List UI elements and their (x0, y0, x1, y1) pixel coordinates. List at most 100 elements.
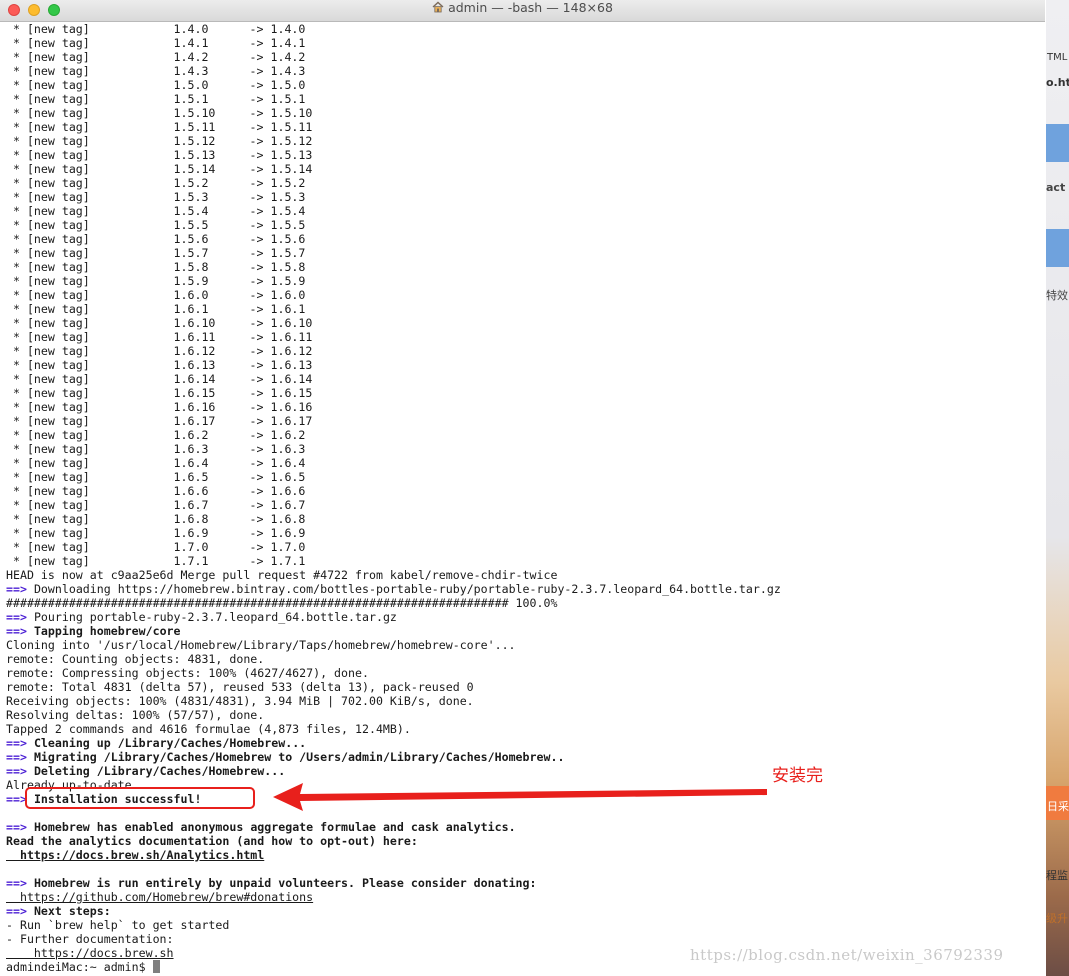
tag-line: * [new tag] 1.5.6 -> 1.5.6 (6, 232, 1036, 246)
tag-prefix: * [new tag] (6, 246, 90, 260)
prompt-arrow: ==> (6, 750, 27, 764)
output-text: Downloading https://homebrew.bintray.com… (33, 582, 781, 596)
tag-to: 1.6.15 (270, 386, 313, 400)
tag-to: 1.5.0 (270, 78, 306, 92)
tag-prefix: * [new tag] (6, 148, 90, 162)
output-line: ==> Tapping homebrew/core (6, 624, 1036, 638)
tag-prefix: * [new tag] (6, 470, 90, 484)
terminal-cursor[interactable] (152, 960, 160, 973)
tag-from: 1.6.5 (173, 470, 209, 484)
tag-from: 1.6.9 (173, 526, 209, 540)
tag-to: 1.6.9 (270, 526, 306, 540)
tag-from: 1.6.2 (173, 428, 209, 442)
tag-to: 1.5.1 (270, 92, 306, 106)
tag-arrow: -> (249, 386, 264, 400)
window-titlebar[interactable]: admin — -bash — 148×68 (0, 0, 1045, 22)
tag-arrow: -> (249, 288, 264, 302)
output-line: Resolving deltas: 100% (57/57), done. (6, 708, 1036, 722)
output-text: HEAD is now at c9aa25e6d Merge pull requ… (6, 568, 558, 582)
tag-prefix: * [new tag] (6, 526, 90, 540)
tag-arrow: -> (249, 218, 264, 232)
output-line: - Run `brew help` to get started (6, 918, 1036, 932)
output-text: admindeiMac:~ admin$ (6, 960, 153, 974)
tag-prefix: * [new tag] (6, 372, 90, 386)
tag-prefix: * [new tag] (6, 204, 90, 218)
output-link[interactable]: https://docs.brew.sh/Analytics.html (6, 848, 264, 862)
tag-to: 1.4.0 (270, 22, 306, 36)
tag-from: 1.6.16 (173, 400, 216, 414)
tag-to: 1.4.3 (270, 64, 306, 78)
tag-line: * [new tag] 1.4.1 -> 1.4.1 (6, 36, 1036, 50)
output-line: ########################################… (6, 596, 1036, 610)
tag-from: 1.4.1 (173, 36, 209, 50)
output-line: remote: Compressing objects: 100% (4627/… (6, 666, 1036, 680)
tag-line: * [new tag] 1.5.14 -> 1.5.14 (6, 162, 1036, 176)
tag-line: * [new tag] 1.5.11 -> 1.5.11 (6, 120, 1036, 134)
tag-prefix: * [new tag] (6, 50, 90, 64)
tag-arrow: -> (249, 176, 264, 190)
output-line[interactable]: https://docs.brew.sh/Analytics.html (6, 848, 1036, 862)
tag-to: 1.6.17 (270, 414, 313, 428)
output-text: Tapping homebrew/core (33, 624, 181, 638)
tag-prefix: * [new tag] (6, 92, 90, 106)
tag-arrow: -> (249, 274, 264, 288)
tag-line: * [new tag] 1.6.5 -> 1.6.5 (6, 470, 1036, 484)
tag-arrow: -> (249, 134, 264, 148)
output-line: ==> Homebrew is run entirely by unpaid v… (6, 876, 1036, 890)
tag-from: 1.5.9 (173, 274, 209, 288)
window-title-area: admin — -bash — 148×68 (0, 0, 1045, 21)
tag-arrow: -> (249, 316, 264, 330)
tag-prefix: * [new tag] (6, 134, 90, 148)
side-text: 程监 (1046, 869, 1068, 882)
tag-arrow: -> (249, 330, 264, 344)
tag-from: 1.6.1 (173, 302, 209, 316)
tag-from: 1.6.11 (173, 330, 216, 344)
tag-prefix: * [new tag] (6, 498, 90, 512)
tag-to: 1.5.7 (270, 246, 306, 260)
tag-to: 1.4.2 (270, 50, 306, 64)
tag-from: 1.4.2 (173, 50, 209, 64)
tag-to: 1.6.16 (270, 400, 313, 414)
output-text: remote: Total 4831 (delta 57), reused 53… (6, 680, 474, 694)
output-link[interactable]: https://github.com/Homebrew/brew#donatio… (6, 890, 313, 904)
tag-arrow: -> (249, 302, 264, 316)
tag-to: 1.6.7 (270, 498, 306, 512)
tag-from: 1.6.14 (173, 372, 216, 386)
tag-line: * [new tag] 1.5.13 -> 1.5.13 (6, 148, 1036, 162)
terminal-output[interactable]: * [new tag] 1.4.0 -> 1.4.0 * [new tag] 1.… (0, 22, 1045, 976)
output-text: Tapped 2 commands and 4616 formulae (4,8… (6, 722, 411, 736)
tag-prefix: * [new tag] (6, 358, 90, 372)
output-line[interactable]: https://github.com/Homebrew/brew#donatio… (6, 890, 1036, 904)
tag-from: 1.5.6 (173, 232, 209, 246)
output-text: Homebrew is run entirely by unpaid volun… (33, 876, 537, 890)
tag-line: * [new tag] 1.6.13 -> 1.6.13 (6, 358, 1036, 372)
tag-line: * [new tag] 1.5.8 -> 1.5.8 (6, 260, 1036, 274)
tag-arrow: -> (249, 148, 264, 162)
tag-from: 1.6.13 (173, 358, 216, 372)
output-link[interactable]: https://docs.brew.sh (6, 946, 174, 960)
tag-arrow: -> (249, 484, 264, 498)
output-text: - Further documentation: (6, 932, 174, 946)
tag-prefix: * [new tag] (6, 512, 90, 526)
tag-line: * [new tag] 1.5.2 -> 1.5.2 (6, 176, 1036, 190)
tag-to: 1.6.5 (270, 470, 306, 484)
tag-to: 1.6.13 (270, 358, 313, 372)
side-text: o.ht (1046, 76, 1069, 89)
side-text: 级升 (1046, 912, 1068, 925)
prompt-arrow: ==> (6, 820, 27, 834)
tag-to: 1.5.8 (270, 260, 306, 274)
tag-line: * [new tag] 1.5.0 -> 1.5.0 (6, 78, 1036, 92)
tag-arrow: -> (249, 554, 264, 568)
tag-to: 1.7.0 (270, 540, 306, 554)
tag-to: 1.5.2 (270, 176, 306, 190)
tag-from: 1.4.3 (173, 64, 209, 78)
tag-from: 1.6.12 (173, 344, 216, 358)
tag-line: * [new tag] 1.6.14 -> 1.6.14 (6, 372, 1036, 386)
tag-prefix: * [new tag] (6, 414, 90, 428)
tag-prefix: * [new tag] (6, 442, 90, 456)
tag-prefix: * [new tag] (6, 540, 90, 554)
tag-from: 1.6.7 (173, 498, 209, 512)
tag-line: * [new tag] 1.6.11 -> 1.6.11 (6, 330, 1036, 344)
tag-to: 1.5.3 (270, 190, 306, 204)
tag-to: 1.6.10 (270, 316, 313, 330)
